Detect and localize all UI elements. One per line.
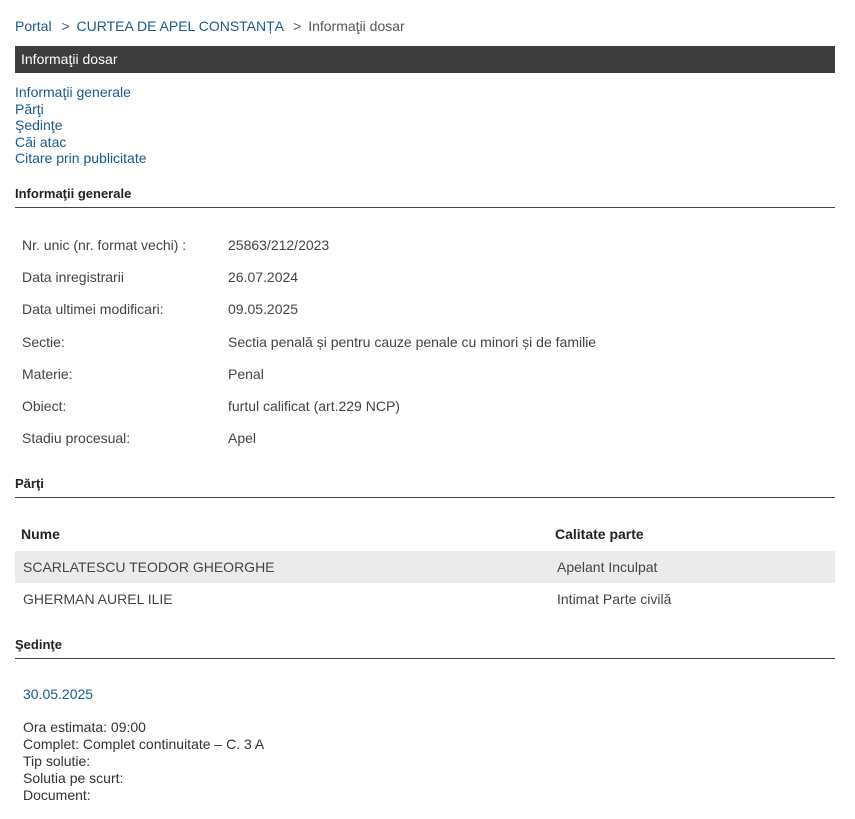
info-label: Data ultimei modificari:: [22, 301, 164, 318]
page-title: Informaţii dosar: [21, 51, 118, 67]
info-value: Sectia penală și pentru cauze penale cu …: [228, 333, 597, 350]
info-value: 09.05.2025: [228, 301, 299, 318]
column-header-calitate: Calitate parte: [555, 526, 644, 542]
party-name: GHERMAN AUREL ILIE: [23, 591, 173, 607]
table-row: GHERMAN AUREL ILIE Intimat Parte civilă: [15, 583, 835, 615]
info-label: Obiect:: [22, 398, 67, 415]
hearing-date: 30.05.2025: [23, 686, 94, 702]
nav-link-citare-publicitate[interactable]: Citare prin publicitate: [15, 150, 147, 166]
section-nav: Informaţii generale Părţi Şedinţe Căi at…: [15, 84, 147, 167]
page: Portal > CURTEA DE APEL CONSTANȚA > Info…: [0, 0, 855, 819]
info-label: Nr. unic (nr. format vechi) :: [22, 237, 187, 254]
nav-link-cai-atac[interactable]: Căi atac: [15, 134, 66, 150]
nav-link-informatii-generale[interactable]: Informaţii generale: [15, 84, 131, 100]
info-label: Stadiu procesual:: [22, 430, 131, 447]
section-heading-parti: Părţi: [15, 476, 835, 498]
info-row: Obiect: furtul calificat (art.229 NCP): [22, 390, 596, 422]
info-row: Sectie: Sectia penală și pentru cauze pe…: [22, 326, 596, 358]
info-label: Data inregistrarii: [22, 269, 124, 286]
table-header-row: Nume Calitate parte: [15, 517, 835, 551]
info-row: Materie: Penal: [22, 358, 596, 390]
breadcrumb-court-link[interactable]: CURTEA DE APEL CONSTANȚA: [77, 18, 284, 34]
party-name: SCARLATESCU TEODOR GHEORGHE: [15, 551, 549, 583]
hearing-solution-summary: Solutia pe scurt:: [23, 770, 124, 786]
info-value: 26.07.2024: [228, 269, 299, 286]
general-info-table: Nr. unic (nr. format vechi) : 25863/212/…: [22, 229, 596, 454]
info-value: Penal: [228, 365, 264, 382]
hearing-panel: Complet: Complet continuitate – C. 3 A: [23, 736, 265, 752]
party-role: Apelant Inculpat: [549, 551, 835, 583]
section-heading-sedinte: Şedinţe: [15, 637, 835, 659]
column-header-nume: Nume: [21, 526, 60, 542]
party-role: Intimat Parte civilă: [557, 591, 672, 607]
info-value: furtul calificat (art.229 NCP): [228, 398, 400, 415]
breadcrumb-portal-link[interactable]: Portal: [15, 18, 52, 34]
info-label: Materie:: [22, 365, 73, 382]
nav-link-parti[interactable]: Părţi: [15, 101, 44, 117]
info-value: Apel: [228, 430, 257, 447]
breadcrumb: Portal > CURTEA DE APEL CONSTANȚA > Info…: [15, 18, 405, 34]
parti-table: Nume Calitate parte SCARLATESCU TEODOR G…: [15, 517, 835, 615]
breadcrumb-separator: >: [61, 18, 70, 34]
hearing-document: Document:: [23, 787, 91, 803]
info-row: Data inregistrarii 26.07.2024: [22, 261, 596, 293]
info-label: Sectie:: [22, 333, 65, 350]
info-value: 25863/212/2023: [228, 237, 330, 254]
section-heading-general: Informaţii generale: [15, 186, 835, 208]
hearing-time: Ora estimata: 09:00: [23, 719, 146, 735]
breadcrumb-current: Informaţii dosar: [308, 18, 405, 34]
hearing-details: Ora estimata: 09:00 Complet: Complet con…: [23, 719, 264, 804]
breadcrumb-separator: >: [293, 18, 302, 34]
page-title-bar: Informaţii dosar: [15, 46, 835, 73]
info-row: Data ultimei modificari: 09.05.2025: [22, 293, 596, 325]
nav-link-sedinte[interactable]: Şedinţe: [15, 117, 62, 133]
info-row: Nr. unic (nr. format vechi) : 25863/212/…: [22, 229, 596, 261]
info-row: Stadiu procesual: Apel: [22, 422, 596, 454]
hearing-solution-type: Tip solutie:: [23, 753, 91, 769]
table-row: SCARLATESCU TEODOR GHEORGHE Apelant Incu…: [15, 551, 835, 583]
